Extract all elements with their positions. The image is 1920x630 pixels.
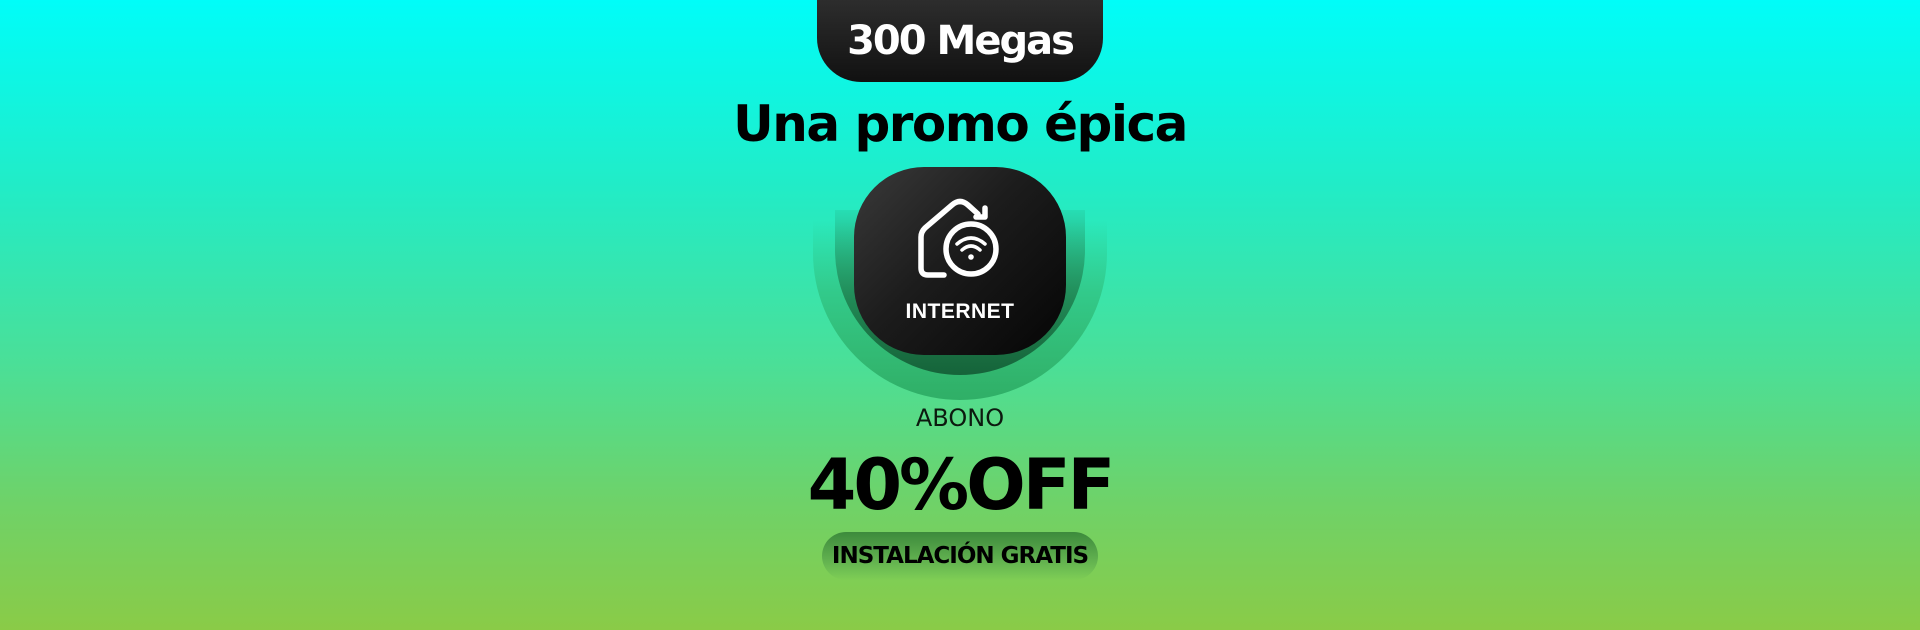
discount-label: 40%OFF bbox=[807, 444, 1116, 526]
free-installation-badge: INSTALACIÓN GRATIS bbox=[822, 532, 1098, 580]
install-label: INSTALACIÓN GRATIS bbox=[831, 543, 1089, 569]
speed-badge: 300 Megas bbox=[817, 0, 1103, 82]
abono-label: ABONO bbox=[915, 404, 1005, 432]
speed-label: 300 Megas bbox=[847, 18, 1075, 64]
promo-headline: Una promo épica bbox=[733, 95, 1188, 153]
product-label: INTERNET bbox=[905, 300, 1015, 323]
internet-product-card: INTERNET bbox=[854, 167, 1066, 355]
home-wifi-icon bbox=[918, 198, 999, 278]
